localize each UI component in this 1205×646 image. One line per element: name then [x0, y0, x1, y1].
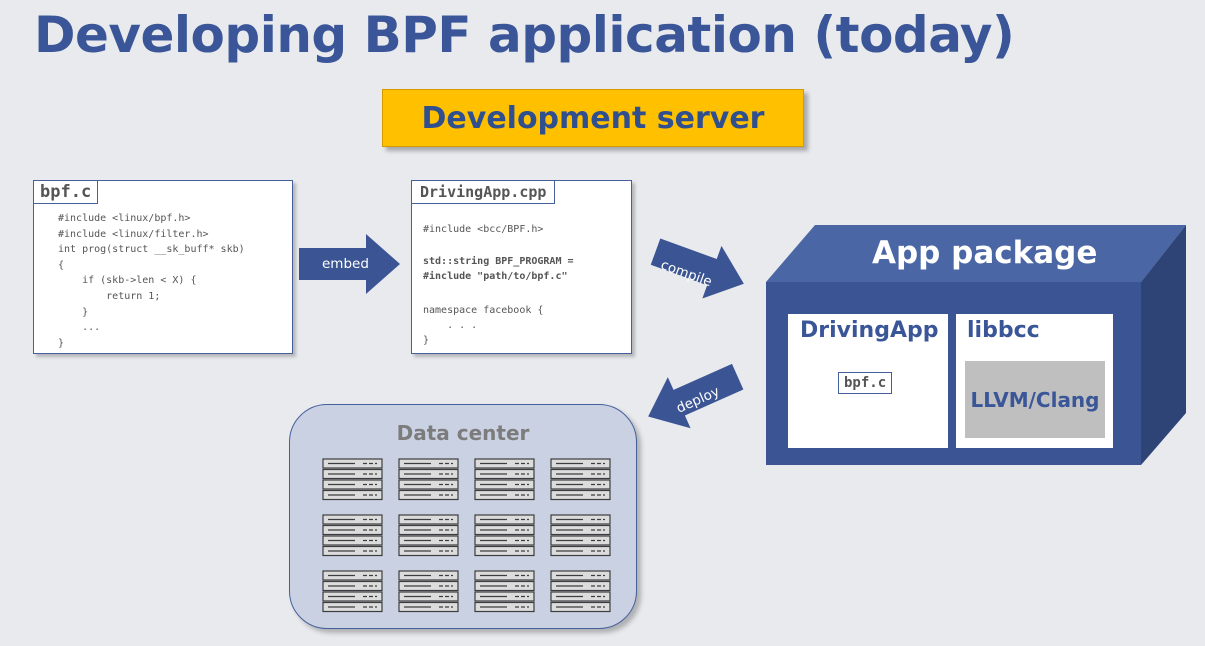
server-rack-icon [322, 514, 383, 557]
server-rack-icon [398, 570, 459, 613]
llvm-clang-block: LLVM/Clang [965, 361, 1105, 438]
server-rack-icon [398, 458, 459, 501]
server-rack-icon [474, 514, 535, 557]
server-rack-icon [322, 458, 383, 501]
server-rack-icon [550, 514, 611, 557]
bpf-file-tag-in-package: bpf.c [838, 372, 893, 394]
driving-app-label: DrivingApp [800, 318, 939, 343]
server-rack-icon [474, 458, 535, 501]
server-rack-icon [322, 570, 383, 613]
embed-label: embed [322, 256, 369, 272]
server-rack-grid [322, 458, 611, 613]
app-package-label: App package [872, 235, 1098, 271]
libbcc-label: libbcc [967, 318, 1040, 343]
server-rack-icon [398, 514, 459, 557]
server-rack-icon [550, 570, 611, 613]
data-center-box: Data center [289, 404, 637, 629]
server-rack-icon [550, 458, 611, 501]
server-rack-icon [474, 570, 535, 613]
